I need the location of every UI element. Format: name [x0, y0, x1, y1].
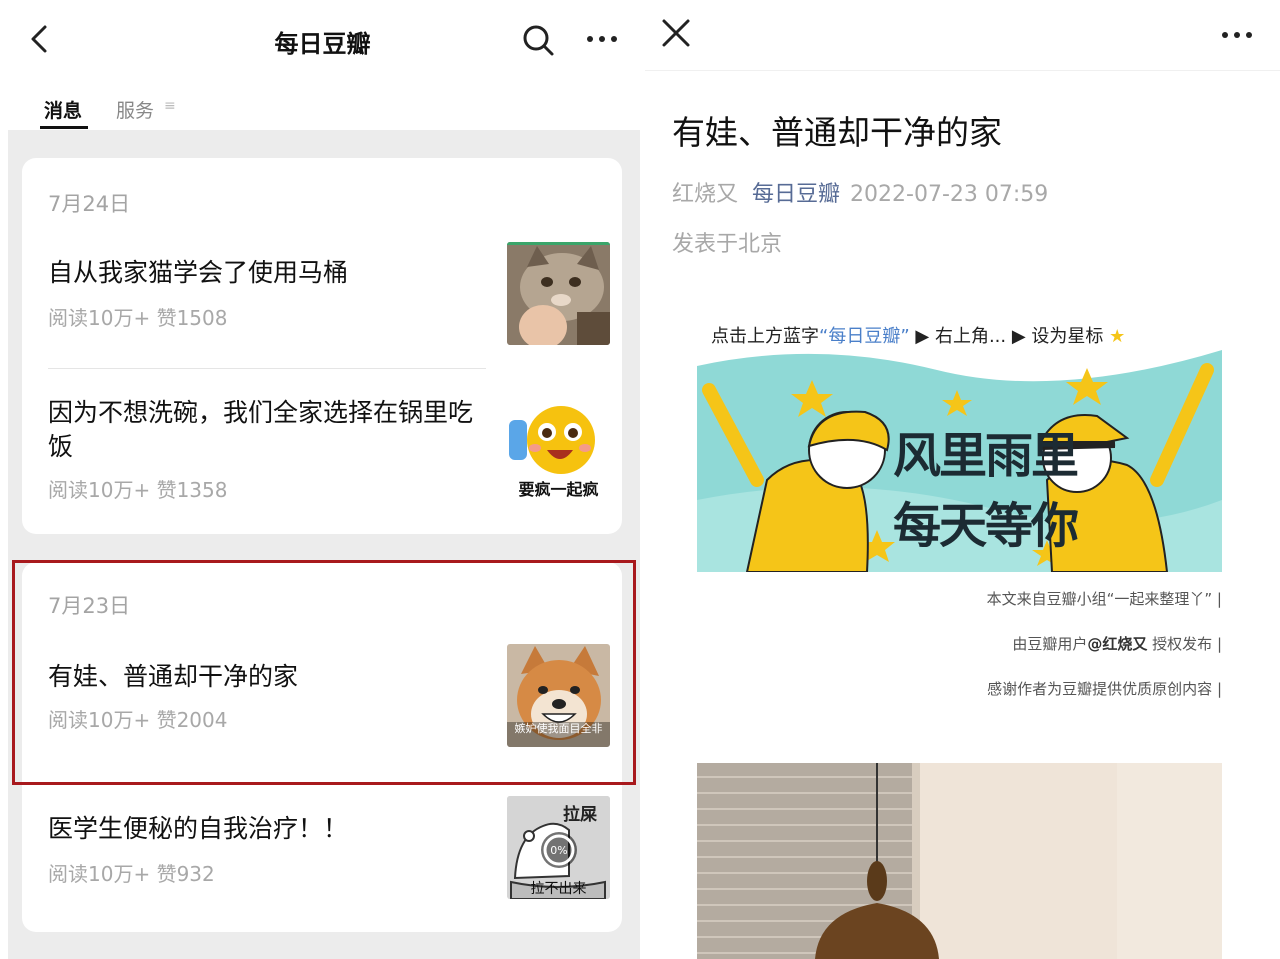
- article-stats: 阅读10万+ 赞932: [48, 862, 215, 886]
- article-title[interactable]: 因为不想洗碗，我们全家选择在锅里吃饭: [48, 396, 488, 464]
- lamp-room-photo: [697, 763, 1222, 959]
- credit-thanks: 感谢作者为豆瓣提供优质原创内容 |: [987, 680, 1222, 698]
- subscription-panel: 每日豆瓣 消息 服务 ≡ 7月24日 自从我家猫学会了使用马桶 阅读10万+ 赞…: [0, 0, 645, 959]
- date-label: 7月23日: [48, 594, 131, 618]
- credit-author: 由豆瓣用户@红烧又 授权发布 |: [697, 633, 1222, 654]
- article-stats: 阅读10万+ 赞2004: [48, 708, 228, 732]
- message-card: 7月24日 自从我家猫学会了使用马桶 阅读10万+ 赞1508 因为不想洗碗，我…: [22, 158, 622, 534]
- follow-prompt: 点击上方蓝字“每日豆瓣” ▶ 右上角... ▶ 设为星标 ★: [711, 322, 1231, 348]
- bear-thumbnail[interactable]: 拉屎 0% 拉不出来: [507, 796, 610, 899]
- more-icon[interactable]: [584, 24, 620, 54]
- message-feed: 7月24日 自从我家猫学会了使用马桶 阅读10万+ 赞1508 因为不想洗碗，我…: [8, 130, 640, 959]
- article-byline: 红烧又 每日豆瓣 2022-07-23 07:59: [672, 176, 1048, 208]
- sticker-caption: 嫉妒使我面目全非: [514, 722, 603, 735]
- article-title[interactable]: 医学生便秘的自我治疗！！: [48, 812, 488, 846]
- article-heading: 有娃、普通却干净的家: [672, 113, 1002, 152]
- article-panel: 有娃、普通却干净的家 红烧又 每日豆瓣 2022-07-23 07:59 发表于北京…: [645, 0, 1280, 959]
- loading-progress: 0%: [550, 844, 568, 857]
- cat-thumbnail[interactable]: [507, 242, 610, 345]
- message-card: 7月23日 有娃、普通却干净的家 阅读10万+ 赞2004 嫉妒使我面目全非 医…: [22, 562, 622, 932]
- active-tab-indicator: [40, 126, 88, 129]
- article-stats: 阅读10万+ 赞1508: [48, 306, 228, 330]
- banner-text-line1: 风里雨里: [893, 428, 1079, 484]
- tab-services[interactable]: 服务: [116, 96, 154, 123]
- credit-source: 本文来自豆瓣小组“一起来整理丫” |: [986, 590, 1222, 608]
- sticker-caption: 拉不出来: [530, 881, 587, 897]
- tab-bar: 消息 服务 ≡: [0, 84, 645, 130]
- emoji-thumbnail[interactable]: 要疯一起疯: [507, 398, 610, 501]
- article-photo: [697, 763, 1222, 959]
- publish-time: 2022-07-23 07:59: [850, 182, 1049, 207]
- follow-account[interactable]: “每日豆瓣”: [819, 326, 910, 347]
- divider: [48, 368, 486, 369]
- banner-text-line2: 每天等你: [893, 498, 1079, 554]
- shiba-thumbnail[interactable]: 嫉妒使我面目全非: [507, 644, 610, 747]
- menu-icon: ≡: [164, 98, 176, 114]
- publish-location: 发表于北京: [672, 232, 783, 257]
- credit-prefix: 由豆瓣用户: [1012, 635, 1088, 653]
- credit-suffix: 授权发布 |: [1147, 635, 1222, 653]
- article-stats: 阅读10万+ 赞1358: [48, 478, 228, 502]
- account-link[interactable]: 每日豆瓣: [752, 182, 840, 207]
- search-icon[interactable]: [520, 22, 556, 58]
- star-icon: ★: [1109, 326, 1126, 347]
- close-icon[interactable]: [659, 16, 693, 50]
- more-icon[interactable]: [1219, 20, 1255, 50]
- follow-suffix: ▶ 右上角... ▶ 设为星标: [915, 326, 1104, 347]
- article-title[interactable]: 自从我家猫学会了使用马桶: [48, 256, 488, 290]
- credit-user[interactable]: @红烧又: [1087, 635, 1147, 653]
- date-label: 7月24日: [48, 192, 131, 216]
- sticker-caption: 要疯一起疯: [518, 480, 599, 499]
- left-header: 每日豆瓣: [0, 0, 645, 80]
- follow-prefix: 点击上方蓝字: [711, 326, 819, 347]
- divider: [48, 782, 608, 783]
- author-name: 红烧又: [672, 182, 739, 207]
- sticker-top-text: 拉屎: [563, 805, 597, 825]
- article-title[interactable]: 有娃、普通却干净的家: [48, 660, 488, 694]
- tab-messages[interactable]: 消息: [44, 96, 82, 123]
- header-divider: [645, 70, 1280, 71]
- header-banner: 风里雨里 每天等你: [697, 350, 1222, 572]
